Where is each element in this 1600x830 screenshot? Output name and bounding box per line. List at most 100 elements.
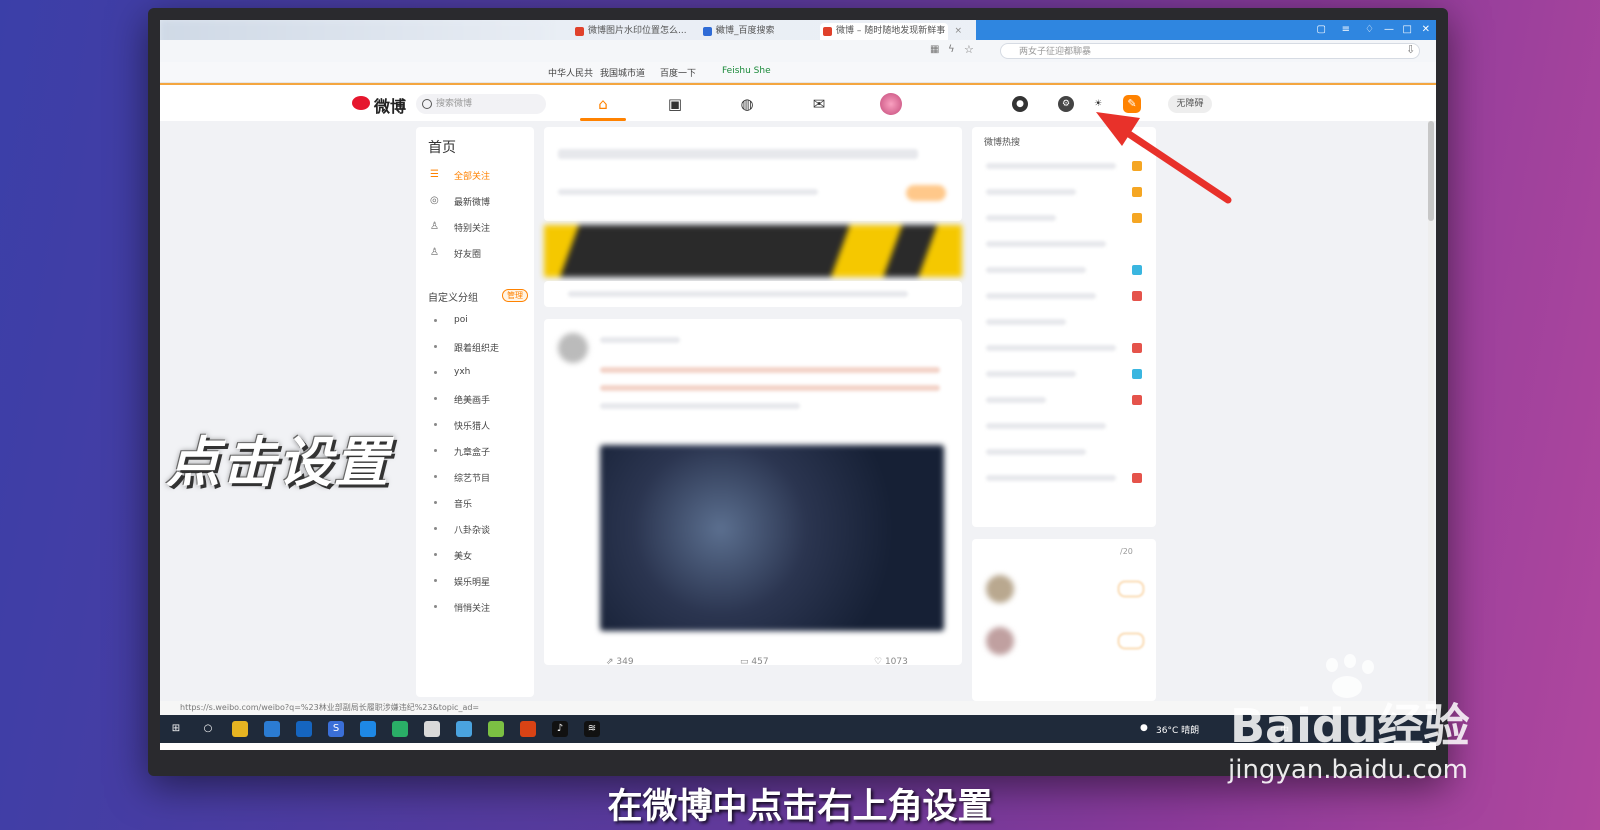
wechat-icon[interactable] — [392, 721, 408, 737]
blurred-text — [986, 293, 1096, 299]
bookmark-item[interactable]: 中华人民共 — [548, 66, 593, 79]
file-explorer-icon[interactable] — [232, 721, 248, 737]
game-icon[interactable]: ● — [1012, 96, 1028, 112]
blurred-text — [986, 371, 1076, 377]
pin-icon[interactable]: ▢ — [1317, 24, 1326, 35]
feed-filter-bar — [544, 281, 962, 307]
menu-icon[interactable]: ≡ — [1342, 24, 1350, 35]
manage-button[interactable]: 管理 — [502, 289, 528, 302]
tab-1[interactable]: 微博图片水印位置怎么... × — [572, 23, 722, 40]
bookmarks-bar: 中华人民共 我国城市道 百度一下 Feishu She — [160, 62, 1436, 83]
bullet — [434, 501, 437, 504]
sogou-icon[interactable]: S — [328, 721, 344, 737]
new-badge — [1132, 265, 1142, 275]
scroll-thumb[interactable] — [1428, 121, 1434, 221]
close-icon[interactable]: × — [954, 23, 962, 40]
hot-search-title: 微博热搜 — [984, 138, 1021, 148]
nav-item-latest[interactable]: 最新微博 — [454, 195, 490, 208]
bookmark-item[interactable]: 我国城市道 — [600, 66, 645, 79]
settings-icon[interactable]: ⚙ — [1058, 96, 1074, 112]
follow-button[interactable] — [1118, 581, 1144, 597]
app-icon[interactable]: ≋ — [584, 721, 600, 737]
post-button[interactable] — [906, 185, 946, 201]
group-item[interactable]: 八卦杂谈 — [454, 523, 490, 536]
maximize-icon[interactable]: □ — [1403, 24, 1412, 35]
follow-button[interactable] — [1118, 633, 1144, 649]
app-icon[interactable] — [488, 721, 504, 737]
minimize-icon[interactable]: — — [1384, 24, 1394, 35]
blurred-text — [986, 215, 1056, 221]
like-count[interactable]: ♡ 1073 — [874, 657, 908, 667]
blurred-text — [986, 423, 1106, 429]
tiktok-icon[interactable]: ♪ — [552, 721, 568, 737]
hot-search-panel: 微博热搜 — [972, 127, 1156, 527]
video-icon[interactable]: ▣ — [664, 93, 686, 115]
feed: ⇗ 349 ▭ 457 ♡ 1073 — [544, 127, 962, 697]
group-item[interactable]: poi — [454, 315, 468, 325]
post-image[interactable] — [600, 445, 944, 631]
browser-icon[interactable] — [264, 721, 280, 737]
tab-2-label: 微博_百度搜索 — [716, 26, 775, 36]
search-input[interactable]: 搜索微博 — [416, 94, 546, 114]
close-window-icon[interactable]: ✕ — [1422, 24, 1430, 35]
group-item[interactable]: 快乐猎人 — [454, 419, 490, 432]
blurred-text — [600, 385, 940, 391]
theme-icon[interactable]: ☀ — [1090, 96, 1106, 112]
hot-badge — [1132, 213, 1142, 223]
edge-icon[interactable] — [296, 721, 312, 737]
hot-badge — [1132, 473, 1142, 483]
nav-item-all[interactable]: 全部关注 — [454, 169, 490, 182]
mail-icon[interactable]: ✉ — [808, 93, 830, 115]
app-icon[interactable] — [456, 721, 472, 737]
weibo-logo[interactable]: 微博 — [374, 93, 406, 117]
bullet — [434, 475, 437, 478]
avatar[interactable] — [558, 333, 588, 363]
blurred-text — [986, 397, 1046, 403]
office-icon[interactable] — [520, 721, 536, 737]
blurred-text — [600, 367, 940, 373]
hot-icon[interactable]: ◍ — [736, 93, 758, 115]
nav-item-friends[interactable]: 好友圈 — [454, 247, 481, 260]
bookmark-item[interactable]: 百度一下 — [660, 66, 696, 79]
avatar-icon[interactable] — [880, 93, 902, 115]
grid-icon[interactable]: ▦ — [930, 44, 939, 55]
share-count[interactable]: ⇗ 349 — [606, 657, 634, 667]
banner-ad[interactable] — [544, 225, 962, 277]
bullet — [434, 397, 437, 400]
qq-browser-icon[interactable] — [360, 721, 376, 737]
custom-group-title: 自定义分组 — [428, 293, 478, 304]
nav-item-special[interactable]: 特别关注 — [454, 221, 490, 234]
blurred-text — [986, 163, 1116, 169]
group-item[interactable]: 娱乐明星 — [454, 575, 490, 588]
shirt-icon[interactable]: ♢ — [1365, 24, 1374, 35]
group-item[interactable]: 悄悄关注 — [454, 601, 490, 614]
group-item[interactable]: 音乐 — [454, 497, 472, 510]
group-item[interactable]: 综艺节目 — [454, 471, 490, 484]
app-icon[interactable] — [424, 721, 440, 737]
group-item[interactable]: yxh — [454, 367, 470, 377]
download-icon[interactable]: ⇩ — [1406, 43, 1415, 56]
home-icon[interactable]: ⌂ — [592, 93, 614, 115]
avatar[interactable] — [986, 575, 1014, 603]
avatar[interactable] — [986, 627, 1014, 655]
overlay-title: 点击设置 — [166, 431, 390, 494]
tab-2[interactable]: 微博_百度搜索 × — [700, 23, 838, 40]
edit-icon[interactable]: ✎ — [1123, 95, 1141, 113]
group-item[interactable]: 九章盒子 — [454, 445, 490, 458]
lightning-icon[interactable]: ϟ — [948, 44, 955, 55]
watermark-brand: Baidu经验 — [1230, 699, 1470, 753]
bookmark-item[interactable]: Feishu She — [722, 66, 771, 76]
search-circle-icon[interactable]: ○ — [200, 721, 216, 737]
scrollbar[interactable] — [1428, 121, 1434, 701]
url-input[interactable]: 两女子征迎都聊暴 — [1000, 43, 1420, 59]
weather-text: 36°C 晴朗 — [1156, 726, 1200, 736]
group-item[interactable]: 跟着组织走 — [454, 341, 499, 354]
group-item[interactable]: 绝美画手 — [454, 393, 490, 406]
windows-start-icon[interactable]: ⊞ — [168, 721, 184, 737]
group-item[interactable]: 美女 — [454, 549, 472, 562]
comment-count[interactable]: ▭ 457 — [740, 657, 769, 667]
accessibility-button[interactable]: 无障碍 — [1168, 95, 1212, 113]
left-nav-title: 首页 — [428, 140, 456, 156]
star-icon[interactable]: ☆ — [964, 43, 974, 56]
tab-3[interactable]: 微博 – 随时随地发现新鲜事 × — [820, 23, 962, 40]
